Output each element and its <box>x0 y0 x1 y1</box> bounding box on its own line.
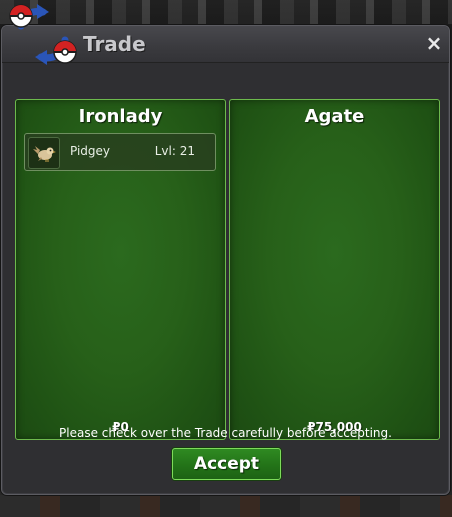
trade-panel-right: Agate ₽75,000 <box>229 99 440 440</box>
window-title: Trade <box>83 32 146 56</box>
trade-icon <box>7 2 77 68</box>
game-map-bottom <box>0 495 452 517</box>
trade-window: Trade × Ironlady Pidgey Lvl: 21 ₽0 Agate… <box>1 25 450 495</box>
trade-notice: Please check over the Trade carefully be… <box>59 426 392 440</box>
item-level: Lvl: 21 <box>154 144 195 158</box>
trader-name: Ironlady <box>78 106 163 127</box>
accept-button[interactable]: Accept <box>172 448 281 480</box>
item-name: Pidgey <box>70 144 111 158</box>
trade-panel-left: Ironlady Pidgey Lvl: 21 ₽0 <box>15 99 226 440</box>
close-button[interactable]: × <box>423 31 445 55</box>
trade-item[interactable]: Pidgey Lvl: 21 <box>24 133 216 171</box>
trader-name: Agate <box>304 106 365 127</box>
pidgey-icon <box>28 137 60 169</box>
